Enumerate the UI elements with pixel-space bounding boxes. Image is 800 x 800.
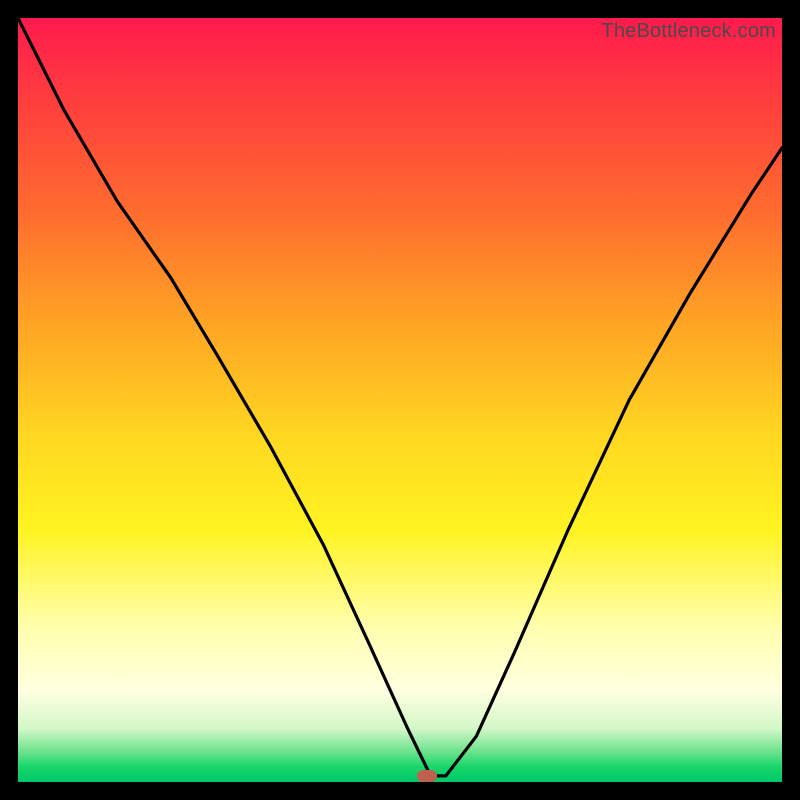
- bottleneck-curve: [18, 18, 782, 782]
- plot-area: TheBottleneck.com: [18, 18, 782, 782]
- optimal-marker: [417, 770, 437, 782]
- chart-frame: TheBottleneck.com: [0, 0, 800, 800]
- curve-path: [18, 18, 782, 776]
